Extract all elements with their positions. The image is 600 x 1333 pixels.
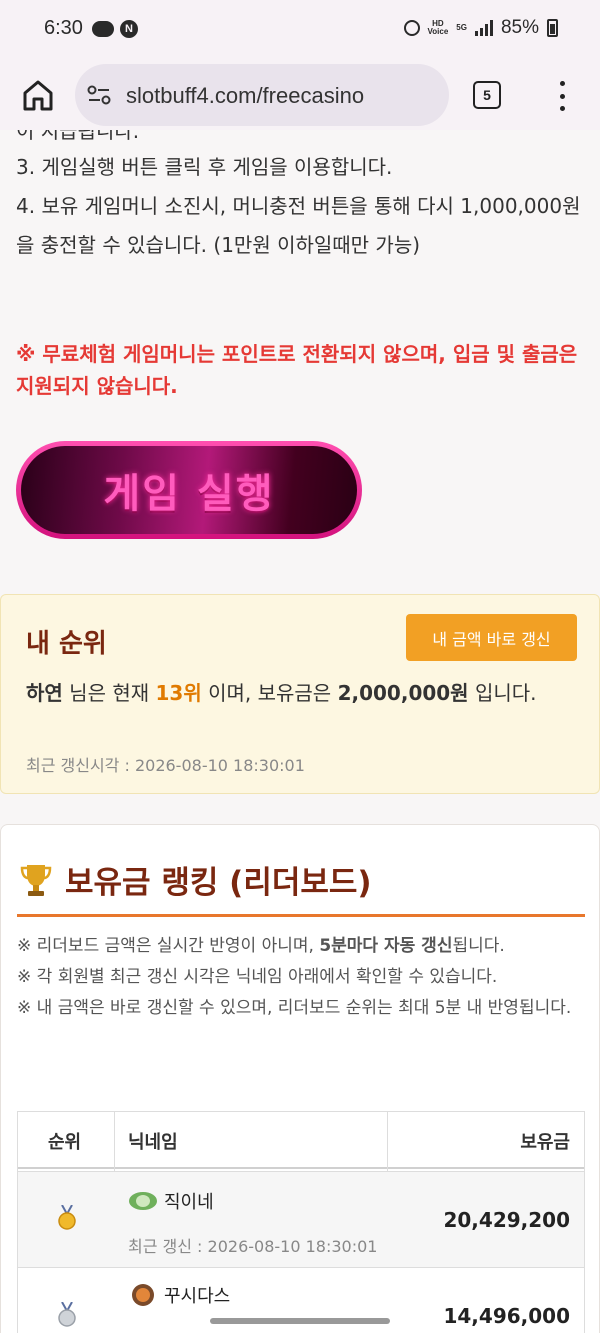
browser-toolbar: slotbuff4.com/freecasino 5 — [0, 60, 600, 130]
level-6-badge-icon — [132, 1284, 154, 1306]
note-item: ※ 내 금액은 바로 갱신할 수 있으며, 리더보드 순위는 최대 5분 내 반… — [17, 998, 572, 1018]
tab-switcher-button[interactable]: 5 — [473, 81, 501, 109]
my-rank-title: 내 순위 — [26, 629, 107, 659]
my-rank-card: 내 순위 내 금액 바로 갱신 하연 님은 현재 13위 이며, 보유금은 2,… — [0, 594, 600, 794]
leaderboard-card: 보유금 랭킹 (리더보드) ※ 리더보드 금액은 실시간 반영이 아니며, 5분… — [0, 824, 600, 1333]
table-row: 직이네 최근 갱신 : 2026-08-10 18:30:01 20,429,2… — [18, 1171, 584, 1267]
leaderboard-title: 보유금 랭킹 (리더보드) — [65, 865, 372, 901]
alarm-icon — [403, 20, 420, 36]
refresh-balance-button[interactable]: 내 금액 바로 갱신 — [406, 614, 577, 661]
battery-percent: 85% — [500, 17, 539, 38]
game-start-button[interactable]: 게임 실행 — [16, 441, 362, 539]
status-time: 6:30 — [44, 17, 83, 39]
leaderboard-table: 순위 닉네임 보유금 직이네 최근 갱신 : 2026-08-10 18:30:… — [17, 1111, 585, 1333]
game-start-label: 게임 실행 — [103, 471, 275, 517]
status-bar: 6:30 N HD Voice 5G 85% — [0, 0, 600, 60]
more-menu-icon[interactable] — [552, 81, 572, 111]
network-5g-icon: 5G — [456, 23, 467, 32]
home-icon — [23, 80, 53, 111]
status-right: HD Voice 5G 85% — [403, 17, 558, 39]
cloud-icon — [92, 21, 114, 37]
gesture-bar[interactable] — [210, 1318, 390, 1324]
note-item: ※ 각 회원별 최근 갱신 시각은 닉네임 아래에서 확인할 수 있습니다. — [17, 967, 498, 987]
instruction-step-3: 3. 게임실행 버튼 클릭 후 게임을 이용합니다. — [16, 155, 393, 179]
col-rank: 순위 — [48, 1131, 82, 1153]
col-nickname: 닉네임 — [128, 1131, 178, 1153]
battery-icon — [547, 19, 558, 37]
home-button[interactable] — [20, 78, 56, 112]
my-rank-summary: 하연 님은 현재 13위 이며, 보유금은 2,000,000원 입니다. — [26, 681, 537, 705]
my-nickname: 하연 — [26, 681, 63, 705]
instruction-partial: 이 지급됩니다. — [16, 130, 140, 143]
row-updated: 최근 갱신 : 2026-08-10 18:30:01 — [128, 1237, 378, 1256]
instruction-step-4: 4. 보유 게임머니 소진시, 머니충전 버튼을 통해 다시 1,000,000… — [16, 194, 581, 257]
col-balance: 보유금 — [520, 1131, 570, 1153]
level-badge-icon — [129, 1192, 157, 1210]
my-rank-value: 13위 — [155, 681, 202, 705]
site-settings-icon[interactable] — [87, 85, 111, 105]
my-rank-updated: 최근 갱신시각 : 2026-08-10 18:30:01 — [26, 756, 305, 775]
signal-icon — [474, 20, 493, 36]
trophy-icon — [20, 864, 52, 896]
silver-medal-icon — [58, 1302, 76, 1327]
row-nickname: 직이네 — [164, 1192, 214, 1213]
row-amount: 14,496,000 — [443, 1304, 570, 1328]
table-header: 순위 닉네임 보유금 — [18, 1112, 584, 1169]
address-bar[interactable]: slotbuff4.com/freecasino — [75, 64, 449, 126]
my-balance: 2,000,000원 — [337, 681, 469, 705]
warning-text: ※ 무료체험 게임머니는 포인트로 전환되지 않으며, 입금 및 출금은 지원되… — [16, 342, 578, 398]
leaderboard-notes: ※ 리더보드 금액은 실시간 반영이 아니며, 5분마다 자동 갱신됩니다. ※… — [17, 931, 587, 1024]
page-content: 이 지급됩니다. 3. 게임실행 버튼 클릭 후 게임을 이용합니다. 4. 보… — [0, 130, 600, 1333]
row-amount: 20,429,200 — [443, 1208, 570, 1232]
hd-voice-icon: HD Voice — [427, 19, 449, 36]
gold-medal-icon — [58, 1205, 76, 1230]
notification-icons: N — [92, 20, 138, 38]
url-text[interactable]: slotbuff4.com/freecasino — [126, 83, 364, 109]
n-app-icon: N — [120, 20, 138, 38]
title-divider — [17, 914, 585, 917]
instruction-list: 이 지급됩니다. 3. 게임실행 버튼 클릭 후 게임을 이용합니다. 4. 보… — [16, 130, 586, 265]
row-nickname: 꾸시다스 — [164, 1286, 231, 1307]
note-item: ※ 리더보드 금액은 실시간 반영이 아니며, 5분마다 자동 갱신됩니다. — [17, 936, 505, 956]
